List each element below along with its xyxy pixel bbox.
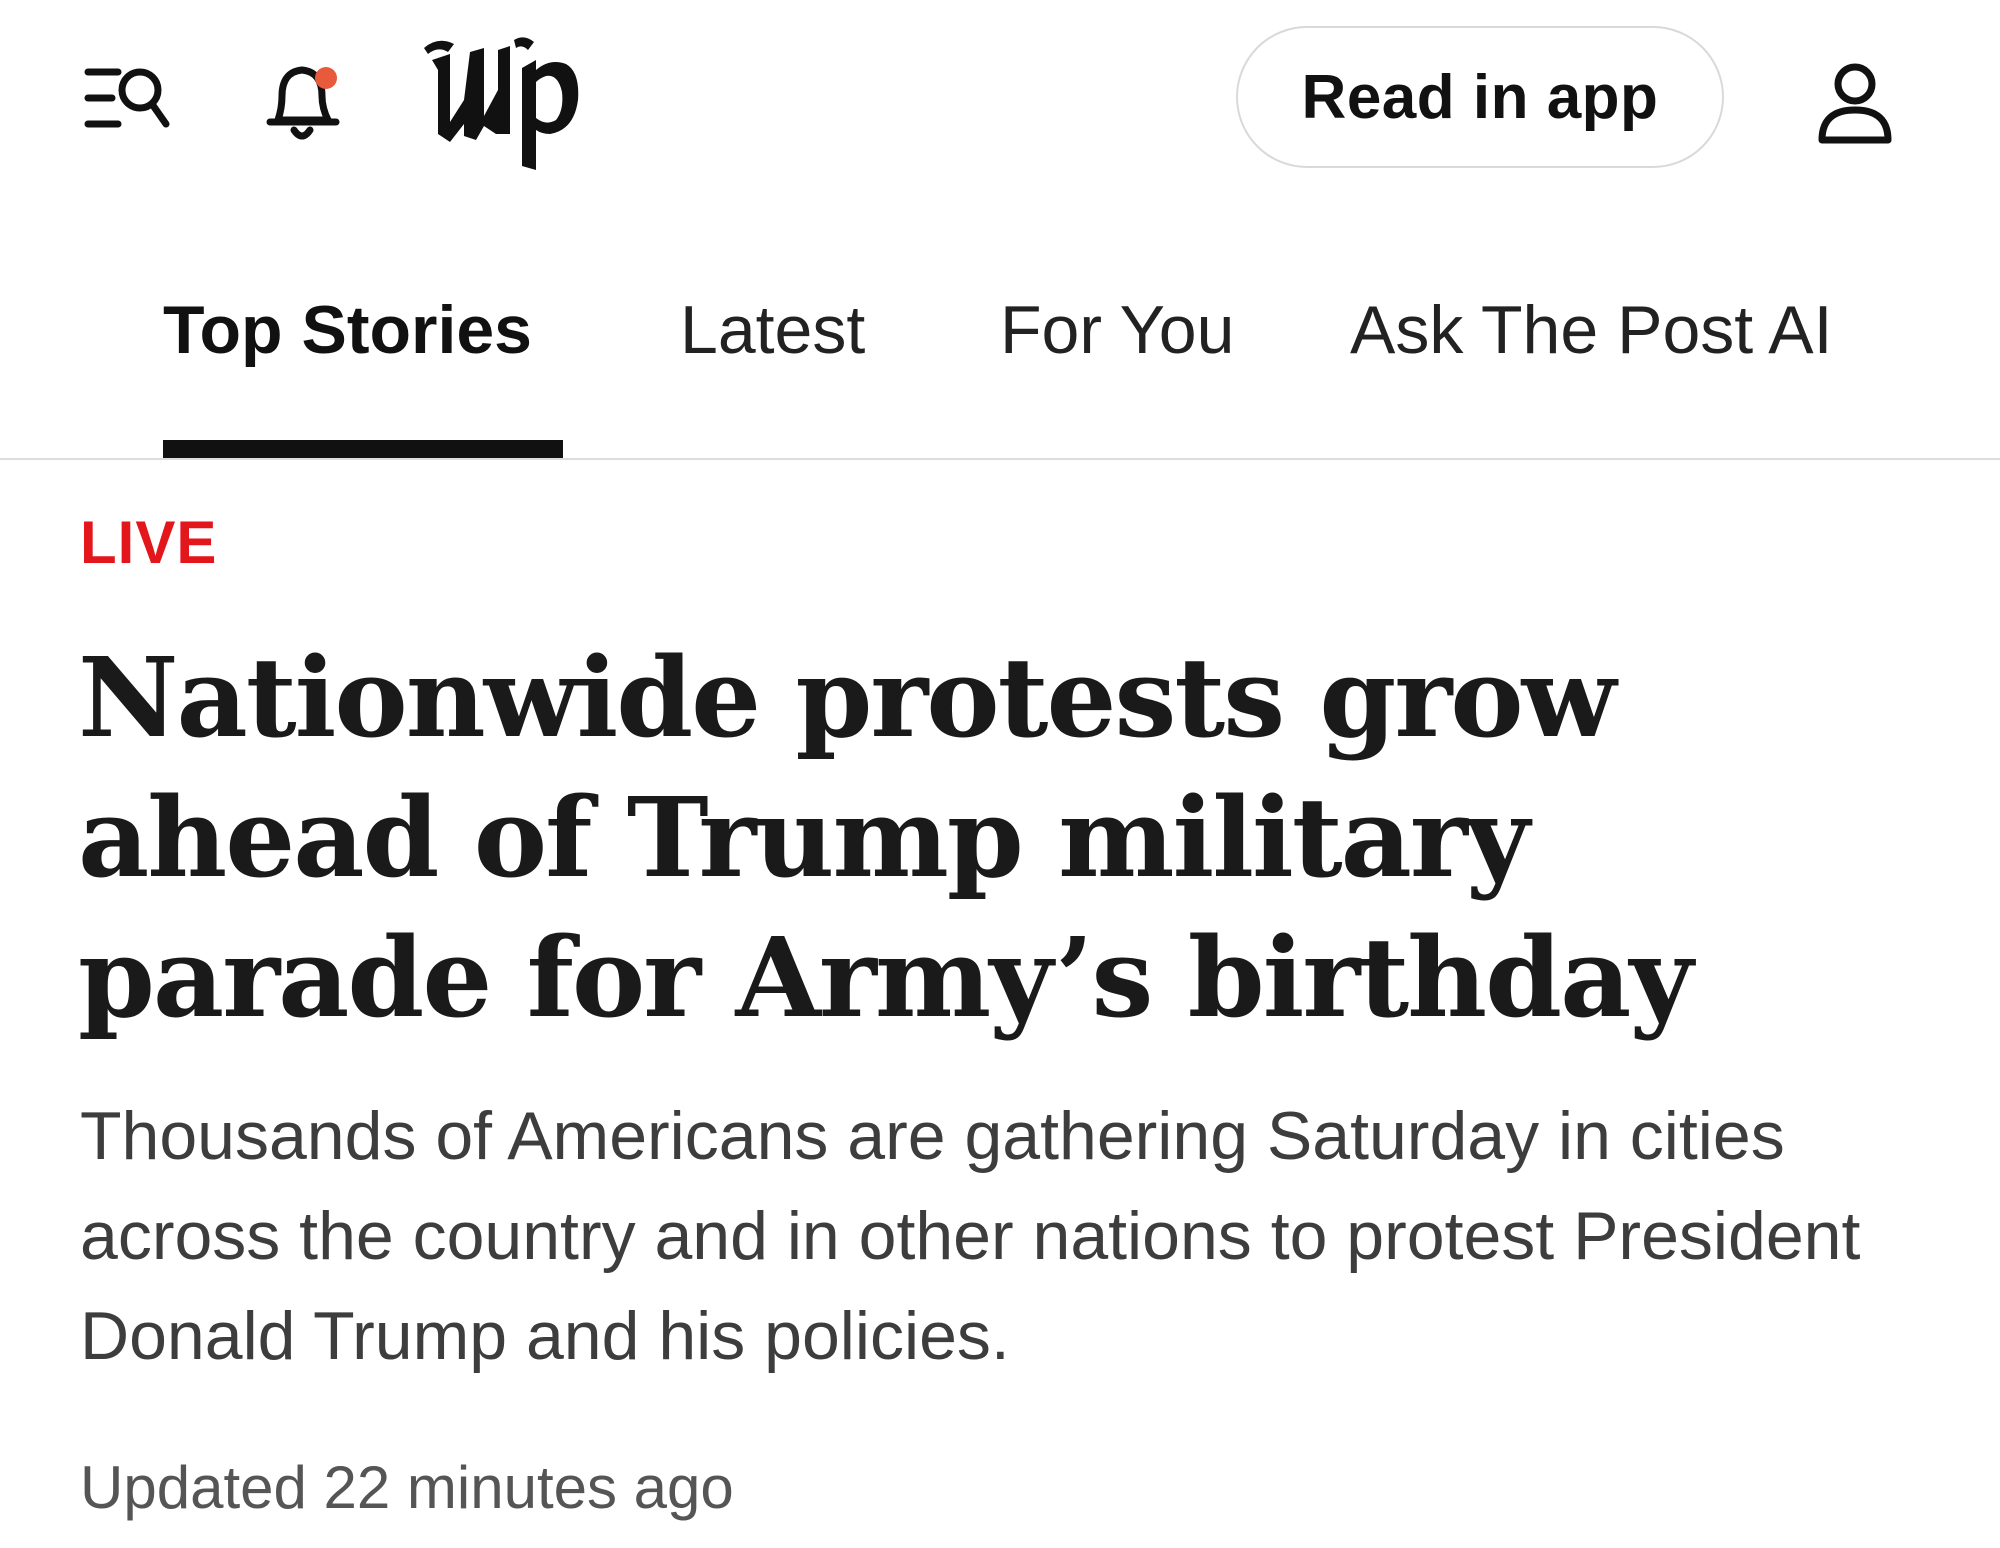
read-in-app-button[interactable]: Read in app — [1236, 26, 1724, 168]
notification-dot — [315, 67, 337, 89]
updated-timestamp: Updated 22 minutes ago — [80, 1454, 734, 1521]
active-tab-indicator — [163, 440, 563, 458]
washington-post-logo[interactable] — [418, 30, 588, 170]
read-in-app-label: Read in app — [1301, 62, 1659, 132]
tab-latest[interactable]: Latest — [680, 290, 865, 370]
tab-ask-the-post-ai[interactable]: Ask The Post AI — [1350, 290, 1833, 370]
tab-for-you[interactable]: For You — [1000, 290, 1234, 370]
article-summary: Thousands of Americans are gathering Sat… — [80, 1098, 1861, 1374]
bell-icon[interactable] — [258, 52, 348, 148]
live-badge: LIVE — [80, 509, 218, 576]
section-tabs: Top Stories Latest For You Ask The Post … — [0, 260, 2000, 460]
tab-top-stories[interactable]: Top Stories — [163, 290, 532, 370]
top-header: Read in app — [0, 0, 2000, 200]
tabs-divider — [0, 458, 2000, 460]
article-headline[interactable]: Nationwide protests grow ahead of Trump … — [78, 628, 1958, 1048]
menu-search-icon[interactable] — [82, 58, 172, 138]
user-icon[interactable] — [1810, 60, 1900, 148]
